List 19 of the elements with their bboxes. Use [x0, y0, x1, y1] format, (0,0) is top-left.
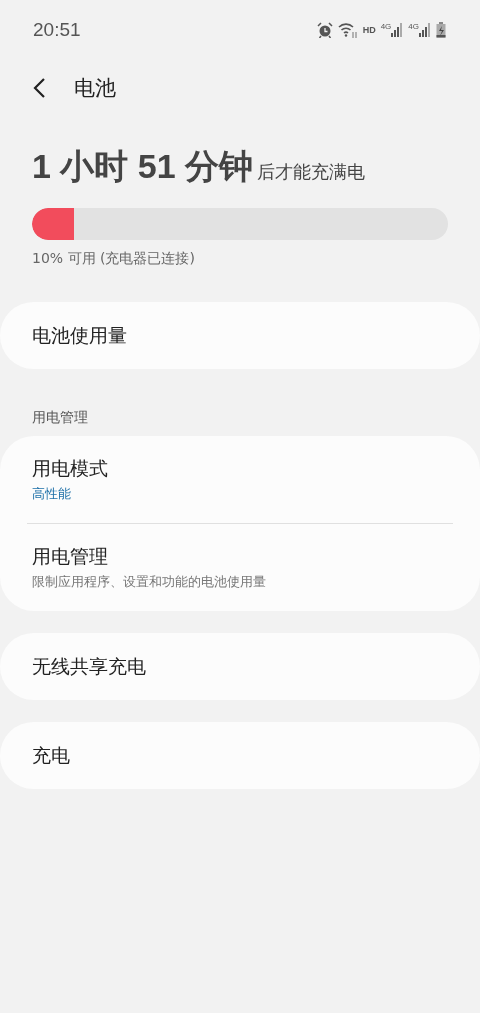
clock-time: 20:51: [33, 19, 81, 41]
settings-item[interactable]: 电池使用量: [0, 302, 480, 369]
charge-caption: 后才能充满电: [257, 160, 366, 184]
page-title: 电池: [74, 75, 116, 102]
network-type-label: 4G: [408, 23, 419, 31]
time-remaining: 1 小时 51 分钟: [32, 146, 254, 187]
settings-item[interactable]: 用电管理 限制应用程序、设置和功能的电池使用量: [0, 524, 480, 611]
network-type-label: 4G: [380, 23, 392, 31]
settings-item[interactable]: 充电: [0, 722, 480, 789]
signal-bars-icon: [391, 23, 404, 37]
settings-item[interactable]: 无线共享充电: [0, 633, 480, 700]
section-heading: 用电管理: [31, 408, 89, 427]
signal-bars-icon: [419, 23, 431, 37]
settings-item[interactable]: 用电模式 高性能: [0, 436, 480, 523]
hd-voice-label: HD: [362, 25, 376, 35]
wifi-icon: [337, 22, 358, 38]
alarm-clock-icon: [316, 22, 333, 38]
battery-status: 10% 可用 (充电器已连接): [32, 250, 196, 268]
battery-charging-icon: [436, 22, 446, 38]
